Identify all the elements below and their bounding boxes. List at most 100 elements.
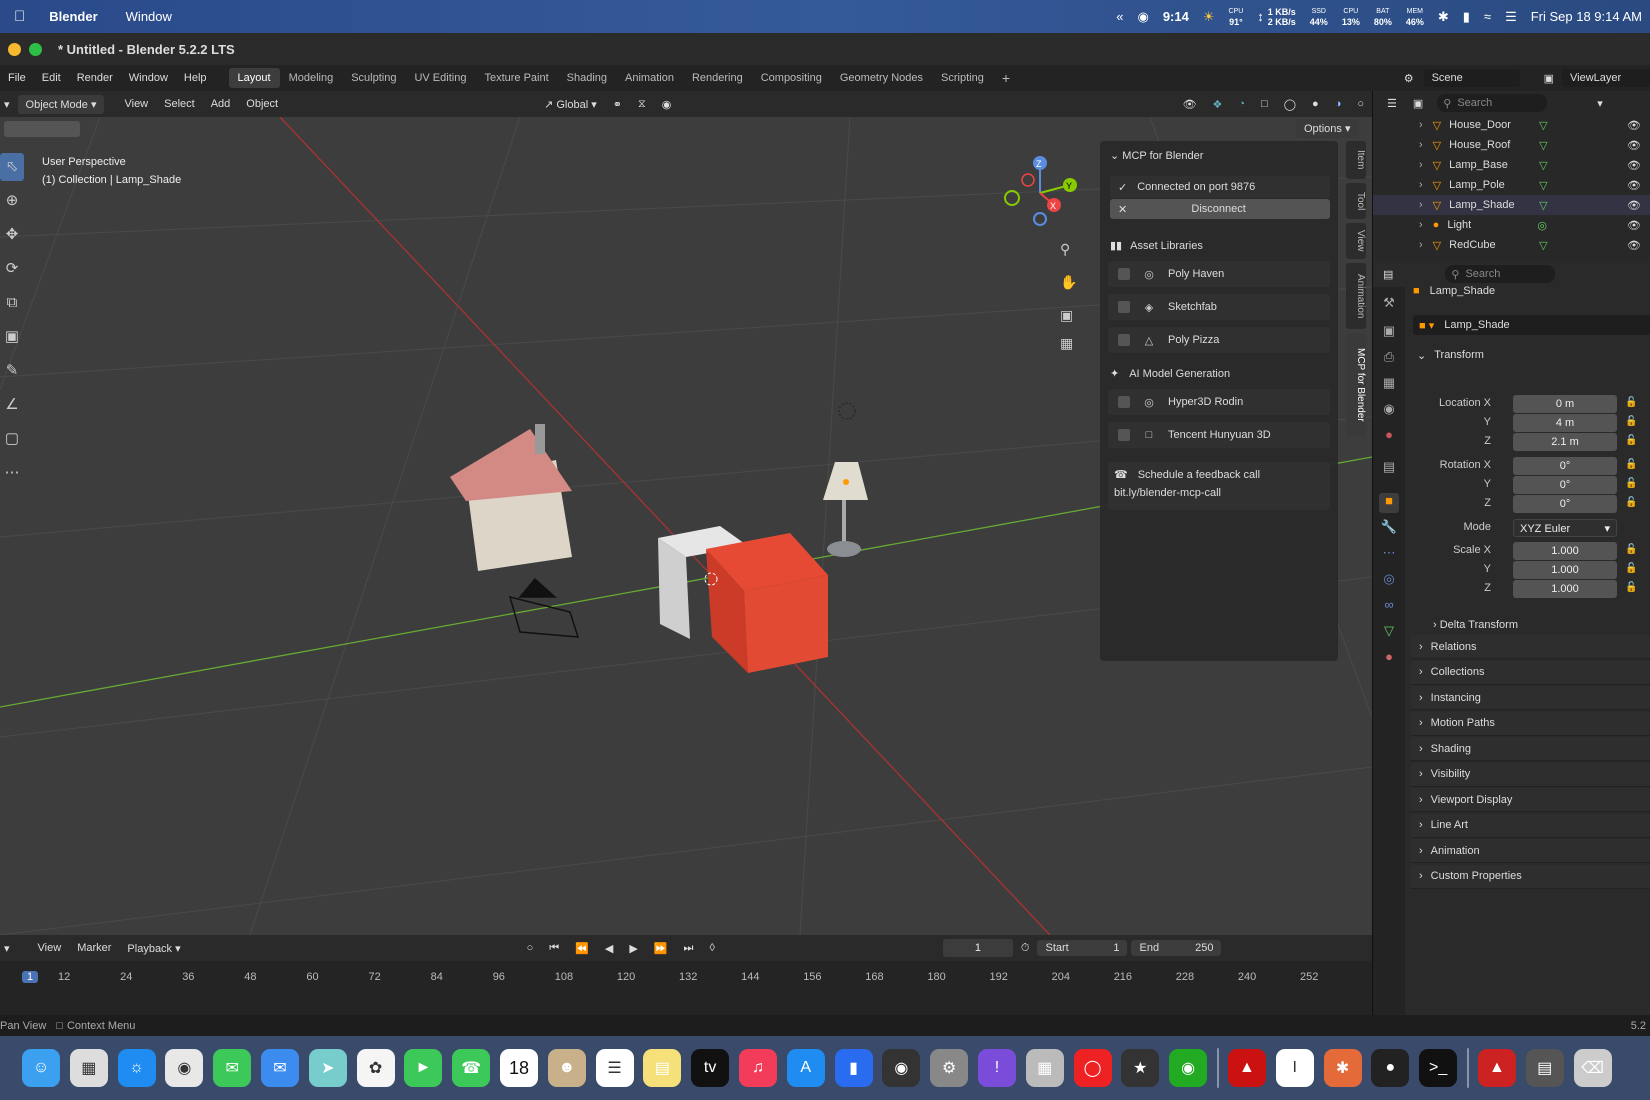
poly-pizza-checkbox[interactable]	[1118, 334, 1130, 346]
record-icon[interactable]: ○	[519, 939, 542, 957]
section-custom-properties[interactable]: › Custom Properties	[1411, 864, 1650, 889]
particles-props-icon[interactable]: ⋯	[1379, 545, 1399, 565]
rotation-y-field[interactable]: 0°	[1513, 476, 1617, 494]
expand-icon[interactable]: ›	[1419, 179, 1423, 191]
tab-mcp[interactable]: MCP for Blender	[1346, 333, 1366, 437]
overlay-toggle-icon[interactable]: ◔	[1230, 95, 1253, 113]
location-z-field[interactable]: 2.1 m	[1513, 433, 1617, 451]
eye-icon[interactable]: 👁	[1627, 219, 1641, 232]
proportional-edit-icon[interactable]: ◉	[654, 95, 680, 114]
downloads-icon[interactable]: ▲	[1477, 1049, 1516, 1087]
location-x-field[interactable]: 0 m	[1513, 395, 1617, 413]
control-center-icon[interactable]: ☰	[1505, 9, 1517, 25]
data-props-icon[interactable]: ▽	[1379, 623, 1399, 643]
timeline-editor-icon[interactable]: ▾	[0, 942, 14, 955]
xray-icon[interactable]: □	[1253, 95, 1276, 113]
select-box-icon[interactable]: ⬁	[0, 153, 24, 181]
material-props-icon[interactable]: ●	[1379, 649, 1399, 669]
disconnect-button[interactable]: ✕ Disconnect	[1110, 199, 1330, 219]
tab-animation[interactable]: Animation	[616, 68, 683, 88]
hunyuan-checkbox[interactable]	[1118, 429, 1130, 441]
keying-icon[interactable]: ◊	[701, 939, 722, 957]
measure-tool-icon[interactable]: ∠	[0, 391, 24, 419]
bookmarks-icon[interactable]: ▮	[834, 1049, 873, 1087]
menu-help[interactable]: Help	[176, 72, 215, 84]
tab-texture-paint[interactable]: Texture Paint	[475, 68, 557, 88]
scene-icon[interactable]: ⚙	[1404, 72, 1414, 85]
scale-tool-icon[interactable]: ⧉	[0, 289, 24, 317]
scene-props-icon[interactable]: ◉	[1379, 401, 1399, 421]
outliner-search[interactable]: ⚲ Search	[1437, 94, 1548, 112]
calendar-icon[interactable]: 18	[499, 1049, 538, 1087]
timeline-view-menu[interactable]: View	[30, 939, 70, 957]
tab-shading[interactable]: Shading	[558, 68, 616, 88]
start-frame-field[interactable]: Start 1	[1037, 940, 1128, 956]
tv-icon[interactable]: tv	[691, 1049, 730, 1087]
zoom-icon[interactable]: ⚲	[1060, 241, 1070, 258]
section-motion-paths[interactable]: › Motion Paths	[1411, 711, 1650, 736]
pan-hand-icon[interactable]: ✋	[1060, 274, 1077, 291]
menu-window[interactable]: Window	[121, 72, 176, 84]
navigation-gizmo[interactable]: Z Y X	[1000, 153, 1080, 233]
tab-sculpting[interactable]: Sculpting	[342, 68, 405, 88]
menu-file[interactable]: File	[0, 72, 34, 84]
section-relations[interactable]: › Relations	[1411, 635, 1650, 659]
constraints-props-icon[interactable]: ∞	[1379, 597, 1399, 617]
tab-geometry-nodes[interactable]: Geometry Nodes	[831, 68, 932, 88]
expand-icon[interactable]: ›	[1419, 239, 1423, 251]
timeline-ruler[interactable]: 1 12 24 36 48 60 72 84 96 108 120 132 144 156 168 180 19…	[0, 971, 1372, 991]
expand-icon[interactable]: ›	[1419, 219, 1423, 231]
ai-tencent-hunyuan[interactable]: □ Tencent Hunyuan 3D	[1108, 422, 1330, 448]
acrobat-icon[interactable]: ▲	[1227, 1049, 1266, 1087]
move-tool-icon[interactable]: ✥	[0, 221, 24, 249]
section-visibility[interactable]: › Visibility	[1411, 762, 1650, 787]
ai-hyper3d-rodin[interactable]: ◎ Hyper3D Rodin	[1108, 389, 1330, 415]
rotation-mode-select[interactable]: XYZ Euler ▾	[1513, 519, 1617, 537]
scale-z-field[interactable]: 1.000	[1513, 580, 1617, 598]
files-icon[interactable]: ▤	[1525, 1049, 1564, 1087]
wireframe-shading-icon[interactable]: ◯	[1276, 95, 1304, 114]
app-store-icon[interactable]: A	[786, 1049, 825, 1087]
extra-tool-icon[interactable]: ⋯	[0, 459, 24, 487]
system-settings-icon[interactable]: ⚙	[930, 1049, 969, 1087]
lock-icon[interactable]: 🔓	[1625, 459, 1637, 470]
tab-animation-side[interactable]: Animation	[1346, 263, 1366, 329]
transform-panel-header[interactable]: ⌄ Transform	[1411, 343, 1650, 367]
current-frame-marker[interactable]: 1	[22, 971, 39, 983]
outliner-item-redcube[interactable]: › ▽ RedCube ▽ 👁	[1373, 235, 1650, 255]
selection-mode-buttons[interactable]	[4, 121, 80, 137]
app-status-icon[interactable]: ◉	[1137, 9, 1148, 25]
datetime[interactable]: Fri Sep 18 9:14 AM	[1531, 9, 1642, 24]
outliner-item-lamp-pole[interactable]: › ▽ Lamp_Pole ▽ 👁	[1373, 175, 1650, 195]
timeline-marker-menu[interactable]: Marker	[69, 939, 119, 957]
menu-object[interactable]: Object	[238, 95, 286, 113]
outliner-item-light[interactable]: › ● Light ◎ 👁	[1373, 215, 1650, 235]
safari-icon[interactable]: ☼	[117, 1049, 156, 1087]
outliner-item-lamp-shade[interactable]: › ▽ Lamp_Shade ▽ 👁	[1373, 195, 1650, 215]
hyper3d-checkbox[interactable]	[1118, 396, 1130, 408]
3d-viewport[interactable]: User Perspective (1) Collection | Lamp_S…	[0, 117, 1372, 935]
transform-tool-icon[interactable]: ▣	[0, 323, 24, 351]
render-props-icon[interactable]: ▣	[1379, 323, 1399, 343]
blender-icon[interactable]: ●	[1371, 1049, 1410, 1087]
keynote-icon[interactable]: ★	[1121, 1049, 1160, 1087]
outliner-item-house-door[interactable]: › ▽ House_Door ▽ 👁	[1373, 115, 1650, 135]
window-menu[interactable]: Window	[126, 9, 172, 24]
lock-icon[interactable]: 🔓	[1625, 563, 1637, 574]
section-animation[interactable]: › Animation	[1411, 839, 1650, 863]
sketchfab-checkbox[interactable]	[1118, 301, 1130, 313]
mirror-icon[interactable]: ◉	[882, 1049, 921, 1087]
outliner-item-house-roof[interactable]: › ▽ House_Roof ▽ 👁	[1373, 135, 1650, 155]
poly-haven-checkbox[interactable]	[1118, 268, 1130, 280]
scale-y-field[interactable]: 1.000	[1513, 561, 1617, 579]
phone-icon[interactable]: ☎	[452, 1049, 491, 1087]
tool-props-icon[interactable]: ⚒	[1379, 295, 1399, 315]
reminders-icon[interactable]: ☰	[595, 1049, 634, 1087]
lock-icon[interactable]: 🔓	[1625, 478, 1637, 489]
tab-item[interactable]: Item	[1346, 141, 1366, 179]
outliner-item-lamp-base[interactable]: › ▽ Lamp_Base ▽ 👁	[1373, 155, 1650, 175]
lock-icon[interactable]: 🔓	[1625, 397, 1637, 408]
messages-icon[interactable]: ✉	[213, 1049, 252, 1087]
modifier-props-icon[interactable]: 🔧	[1379, 519, 1399, 539]
world-props-icon[interactable]: ●	[1379, 427, 1399, 447]
